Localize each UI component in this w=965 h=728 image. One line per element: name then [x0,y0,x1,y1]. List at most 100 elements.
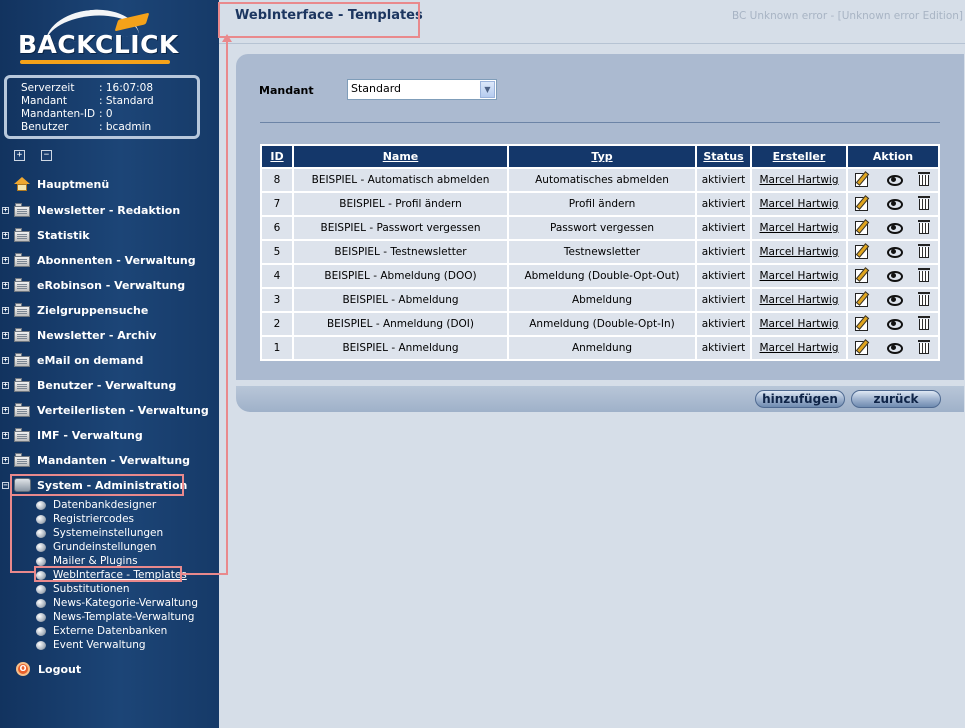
sub-item-news-template-verwaltung[interactable]: News-Template-Verwaltung [36,610,194,624]
mandant-select[interactable]: Standard ▼ [347,79,497,100]
add-button[interactable]: hinzufügen [755,390,845,408]
menu-item-benutzer-verwaltung[interactable]: + Benutzer - Verwaltung [0,376,176,394]
cell-ersteller[interactable]: Marcel Hartwig [750,335,848,361]
home-icon [14,176,31,192]
sub-item-registriercodes[interactable]: Registriercodes [36,512,134,526]
menu-item-hauptmenue[interactable]: Hauptmenü [0,175,109,193]
eye-icon[interactable] [885,195,903,211]
column-header-id[interactable]: ID [260,144,294,169]
expand-icon[interactable]: + [2,381,9,389]
trash-icon[interactable] [916,315,933,331]
trash-icon[interactable] [916,339,933,355]
cell-ersteller[interactable]: Marcel Hartwig [750,263,848,289]
edit-icon[interactable] [854,219,871,235]
cell-actions [846,335,940,361]
menu-item-logout[interactable]: O Logout [0,660,81,678]
column-header-status[interactable]: Status [695,144,752,169]
cell-typ: Abmeldung (Double-Opt-Out) [507,263,697,289]
trash-icon[interactable] [916,243,933,259]
eye-icon[interactable] [885,315,903,331]
menu-item-statistik[interactable]: + Statistik [0,226,90,244]
column-header-name[interactable]: Name [292,144,509,169]
expand-icon[interactable]: + [2,231,9,239]
cell-ersteller[interactable]: Marcel Hartwig [750,167,848,193]
menu-item-label: Newsletter - Archiv [37,328,157,342]
chevron-down-icon[interactable]: ▼ [480,81,495,98]
cell-ersteller[interactable]: Marcel Hartwig [750,239,848,265]
back-button[interactable]: zurück [851,390,941,408]
expand-all-icon[interactable]: + [14,150,25,161]
tree-controls: + − [14,150,52,161]
trash-icon[interactable] [916,219,933,235]
menu-item-label: Statistik [37,228,90,242]
edit-icon[interactable] [854,171,871,187]
eye-icon[interactable] [885,171,903,187]
edit-icon[interactable] [854,267,871,283]
expand-icon[interactable]: + [2,281,9,289]
table-row: 4 BEISPIEL - Abmeldung (DOO) Abmeldung (Do… [260,263,940,289]
menu-item-verteilerlisten-verwaltung[interactable]: + Verteilerlisten - Verwaltung [0,401,209,419]
collapse-all-icon[interactable]: − [41,150,52,161]
menu-item-label: Mandanten - Verwaltung [37,453,191,467]
cell-ersteller[interactable]: Marcel Hartwig [750,311,848,337]
cell-name: BEISPIEL - Anmeldung [292,335,509,361]
expand-icon[interactable]: + [2,356,9,364]
expand-icon[interactable]: + [2,331,9,339]
trash-icon[interactable] [916,267,933,283]
cell-ersteller[interactable]: Marcel Hartwig [750,215,848,241]
edit-icon[interactable] [854,339,871,355]
trash-icon[interactable] [916,195,933,211]
annotation-connector [226,40,228,575]
expand-icon[interactable]: + [2,431,9,439]
expand-icon[interactable]: + [2,306,9,314]
trash-icon[interactable] [916,291,933,307]
menu-item-erobinson-verwaltung[interactable]: + eRobinson - Verwaltung [0,276,185,294]
collapse-icon[interactable]: − [2,481,9,489]
sub-item-event-verwaltung[interactable]: Event Verwaltung [36,638,146,652]
folder-icon [14,203,31,217]
logo-text: BACKCLICK [18,30,179,59]
edit-icon[interactable] [854,243,871,259]
sub-item-substitutionen[interactable]: Substitutionen [36,582,130,596]
eye-icon[interactable] [885,339,903,355]
expand-icon[interactable]: + [2,256,9,264]
menu-item-label: IMF - Verwaltung [37,428,143,442]
edit-icon[interactable] [854,195,871,211]
sub-item-datenbankdesigner[interactable]: Datenbankdesigner [36,498,156,512]
edit-icon[interactable] [854,291,871,307]
sub-item-externe-datenbanken[interactable]: Externe Datenbanken [36,624,167,638]
menu-item-abonnenten-verwaltung[interactable]: + Abonnenten - Verwaltung [0,251,196,269]
eye-icon[interactable] [885,219,903,235]
system-folder-icon [14,478,31,492]
menu-item-label: Hauptmenü [37,177,110,191]
sub-item-webinterface-templates[interactable]: WebInterface - Templates [36,568,187,582]
sub-item-systemeinstellungen[interactable]: Systemeinstellungen [36,526,163,540]
eye-icon[interactable] [885,291,903,307]
menu-item-mandanten-verwaltung[interactable]: + Mandanten - Verwaltung [0,451,190,469]
sub-item-mailer-plugins[interactable]: Mailer & Plugins [36,554,138,568]
expand-icon[interactable]: + [2,456,9,464]
folder-icon [14,378,31,392]
edition-info: BC Unknown error - [Unknown error Editio… [731,10,963,22]
menu-item-email-on-demand[interactable]: + eMail on demand [0,351,143,369]
menu-item-newsletter-redaktion[interactable]: + Newsletter - Redaktion [0,201,180,219]
trash-icon[interactable] [916,171,933,187]
expand-icon[interactable]: + [2,206,9,214]
column-header-typ[interactable]: Typ [507,144,697,169]
sub-item-grundeinstellungen[interactable]: Grundeinstellungen [36,540,156,554]
cell-ersteller[interactable]: Marcel Hartwig [750,287,848,313]
edit-icon[interactable] [854,315,871,331]
column-header-ersteller[interactable]: Ersteller [750,144,848,169]
menu-item-imf-verwaltung[interactable]: + IMF - Verwaltung [0,426,143,444]
cell-ersteller[interactable]: Marcel Hartwig [750,191,848,217]
menu-item-newsletter-archiv[interactable]: + Newsletter - Archiv [0,326,156,344]
eye-icon[interactable] [885,267,903,283]
expand-icon[interactable]: + [2,406,9,414]
eye-icon[interactable] [885,243,903,259]
menu-item-zielgruppensuche[interactable]: + Zielgruppensuche [0,301,148,319]
menu-item-system-administration[interactable]: − System - Administration [0,476,187,494]
sub-item-news-kategorie-verwaltung[interactable]: News-Kategorie-Verwaltung [36,596,198,610]
folder-icon [14,428,31,442]
bullet-icon [36,584,46,594]
table-row: 3 BEISPIEL - Abmeldung Abmeldung aktiviert M… [260,287,940,313]
